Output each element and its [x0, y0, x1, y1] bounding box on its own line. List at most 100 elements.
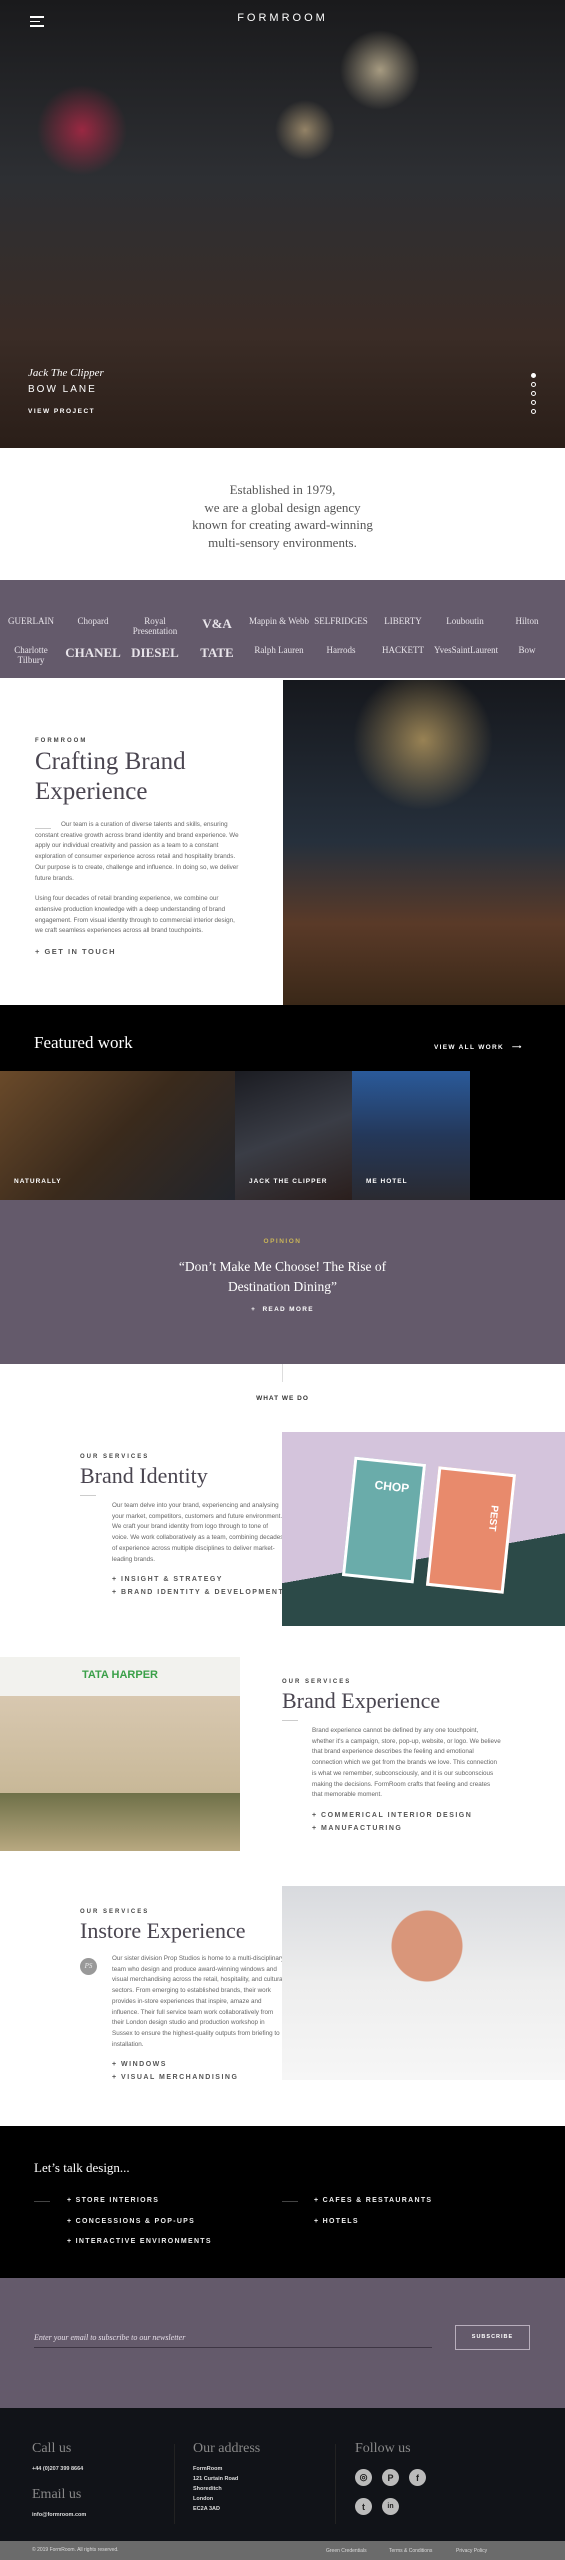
- client-logo: YvesSaintLaurent: [434, 645, 499, 655]
- client-logo: Bow: [518, 645, 536, 655]
- opinion-section: OPINION “Don’t Make Me Choose! The Rise …: [0, 1200, 565, 1364]
- footer-bottom-bar: © 2019 FormRoom. All rights reserved. Gr…: [0, 2541, 565, 2560]
- terms-link[interactable]: Terms & Conditions: [389, 2548, 432, 2554]
- featured-work: Featured work VIEW ALL WORK ⟶ NATURALLY J…: [0, 1005, 565, 1200]
- service-title: Brand Experience: [282, 1688, 441, 1713]
- address: FormRoom 121 Curtain Road Shoreditch London…: [193, 2466, 239, 2512]
- arrow-right-icon: ⟶: [511, 1044, 523, 1051]
- linkedin-icon[interactable]: in: [382, 2498, 399, 2515]
- intro-text: Established in 1979, we are a global des…: [0, 481, 565, 551]
- green-credentials-link[interactable]: Green Credentials: [326, 2548, 367, 2554]
- client-logo: GUERLAIN: [8, 616, 54, 626]
- client-logo: Chopard: [77, 616, 109, 626]
- slide-dot[interactable]: [531, 382, 536, 387]
- slide-dot[interactable]: [531, 400, 536, 405]
- client-logo: CHANEL: [65, 645, 121, 660]
- client-logo: Ralph Lauren: [254, 645, 304, 655]
- call-us-heading: Call us: [32, 2441, 72, 2456]
- talk-link[interactable]: HOTELS: [314, 2218, 432, 2239]
- view-all-work-link[interactable]: VIEW ALL WORK ⟶: [434, 1043, 523, 1051]
- client-logo: SELFRIDGES: [314, 616, 368, 626]
- featured-title: Featured work: [34, 1033, 133, 1052]
- client-logo: Louboutin: [446, 616, 484, 626]
- facebook-icon[interactable]: f: [409, 2469, 426, 2486]
- client-logo: Charlotte Tilbury: [14, 645, 48, 665]
- newsletter-email-input[interactable]: [34, 2328, 432, 2348]
- client-logo: LIBERTY: [384, 616, 422, 626]
- slide-dots: [531, 369, 536, 418]
- read-more-link[interactable]: + READ MORE: [0, 1306, 565, 1313]
- service-bullet[interactable]: VISUAL MERCHANDISING: [112, 2074, 285, 2081]
- twitter-icon[interactable]: t: [355, 2498, 372, 2515]
- work-item[interactable]: JACK THE CLIPPER: [235, 1071, 352, 1200]
- talk-link[interactable]: CONCESSIONS & POP-UPS: [67, 2218, 212, 2239]
- pinterest-icon[interactable]: P: [382, 2469, 399, 2486]
- slide-dot[interactable]: [531, 391, 536, 396]
- talk-link[interactable]: STORE INTERIORS: [67, 2197, 212, 2218]
- about-image: [283, 680, 565, 1005]
- brand-identity-image: CHOP PEST: [282, 1432, 565, 1626]
- follow-us-heading: Follow us: [355, 2441, 411, 2456]
- phone-link[interactable]: +44 (0)207 399 8664: [32, 2464, 86, 2474]
- prop-studios-logo: PS: [80, 1958, 97, 1975]
- talk-title: Let’s talk design...: [34, 2160, 130, 2175]
- service-bullet[interactable]: COMMERICAL INTERIOR DESIGN: [312, 1812, 502, 1819]
- talk-link[interactable]: CAFES & RESTAURANTS: [314, 2197, 432, 2218]
- what-we-do-heading: WHAT WE DO: [256, 1395, 309, 1402]
- opinion-quote[interactable]: “Don’t Make Me Choose! The Rise of Destin…: [0, 1257, 565, 1297]
- client-logo: V&A: [202, 616, 232, 631]
- client-logo: Royal Presentation: [132, 616, 178, 636]
- client-logo: Harrods: [326, 645, 356, 655]
- work-item[interactable]: ME HOTEL: [352, 1071, 470, 1200]
- about-title: Crafting Brand Experience: [35, 748, 186, 805]
- address-heading: Our address: [193, 2441, 261, 2456]
- service-title: Instore Experience: [80, 1918, 246, 1943]
- hero-location: BOW LANE: [28, 384, 97, 395]
- service-text: Our sister division Prop Studios is home…: [112, 1955, 285, 2048]
- divider: [35, 828, 51, 829]
- instore-image: [282, 1886, 565, 2080]
- service-bullet[interactable]: BRAND IDENTITY & DEVELOPMENT: [112, 1589, 285, 1596]
- client-logo: HACKETT: [382, 645, 424, 655]
- service-bullet[interactable]: MANUFACTURING: [312, 1825, 502, 1832]
- get-in-touch-link[interactable]: GET IN TOUCH: [35, 947, 240, 956]
- hero-slider: FORMROOM Jack The Clipper BOW LANE VIEW …: [0, 0, 565, 448]
- service-bullet[interactable]: WINDOWS: [112, 2061, 285, 2068]
- brand-experience-image: TATA HARPER: [0, 1657, 240, 1851]
- intro-line: Established in 1979,: [229, 482, 336, 497]
- service-brand-identity: OUR SERVICES Brand Identity Our team del…: [80, 1454, 285, 1602]
- client-logo: Mappin & Webb: [248, 616, 310, 626]
- client-logos: GUERLAIN Chopard Royal Presentation V&A Mapp…: [0, 580, 565, 678]
- service-bullet[interactable]: INSIGHT & STRATEGY: [112, 1576, 285, 1583]
- talk-link[interactable]: INTERACTIVE ENVIRONMENTS: [67, 2238, 212, 2259]
- work-item[interactable]: NATURALLY: [0, 1071, 235, 1200]
- copyright: © 2019 FormRoom. All rights reserved.: [32, 2547, 119, 2553]
- about-paragraph: Using four decades of retail branding ex…: [35, 895, 235, 935]
- slide-dot[interactable]: [531, 409, 536, 414]
- subscribe-button[interactable]: SUBSCRIBE: [455, 2325, 530, 2350]
- opinion-eyebrow: OPINION: [263, 1238, 302, 1245]
- service-text: Our team delve into your brand, experien…: [112, 1502, 284, 1563]
- service-brand-experience: OUR SERVICES Brand Experience Brand expe…: [282, 1679, 502, 1838]
- email-us-heading: Email us: [32, 2487, 82, 2502]
- lets-talk-section: Let’s talk design... STORE INTERIORS CON…: [0, 2126, 565, 2278]
- client-logo: TATE: [200, 645, 234, 660]
- about-eyebrow: FORMROOM: [35, 738, 88, 744]
- service-text: Brand experience cannot be defined by an…: [312, 1727, 501, 1799]
- intro-line: we are a global design agency: [204, 499, 361, 515]
- slide-dot[interactable]: [531, 373, 536, 378]
- client-logo: DIESEL: [131, 645, 179, 660]
- about-paragraph: Our team is a curation of diverse talent…: [35, 821, 239, 882]
- intro-line: multi-sensory environments.: [208, 534, 357, 550]
- newsletter-section: input::placeholder{color:#e8e0ea} SUBSCR…: [0, 2278, 565, 2408]
- instagram-icon[interactable]: ◎: [355, 2469, 372, 2486]
- hero-client: Jack The Clipper: [28, 367, 104, 379]
- email-link[interactable]: info@formroom.com: [32, 2510, 86, 2520]
- privacy-policy-link[interactable]: Privacy Policy: [456, 2548, 487, 2554]
- footer: Call us +44 (0)207 399 8664 Email us inf…: [0, 2408, 565, 2541]
- divider: [282, 1364, 283, 1382]
- view-project-link[interactable]: VIEW PROJECT: [28, 408, 95, 415]
- client-logo: Hilton: [515, 616, 539, 626]
- service-title: Brand Identity: [80, 1463, 208, 1488]
- logo[interactable]: FORMROOM: [0, 12, 565, 24]
